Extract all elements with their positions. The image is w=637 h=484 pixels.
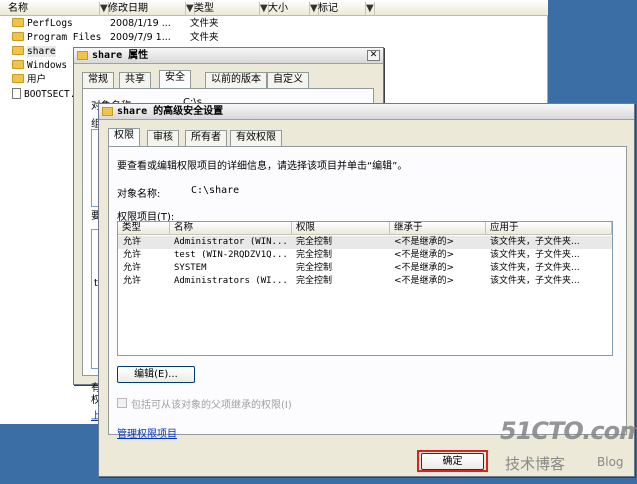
tab-security[interactable]: 安全 (159, 70, 191, 88)
list-item[interactable]: PerfLogs (12, 17, 73, 31)
column-tags-dropdown-icon[interactable]: ▼ (358, 2, 375, 16)
include-inheritable-label: 包括可从该对象的父项继承的权限(I) (131, 400, 292, 411)
tab-general[interactable]: 常规 (82, 72, 114, 88)
watermark-sub: 技术博客 (505, 455, 566, 473)
table-row[interactable]: 允许 test (WIN-2RQDZV1Q... 完全控制 <不是继承的> 该文… (118, 249, 612, 262)
item-type: 文件夹 (190, 32, 219, 43)
watermark-blog: Blog (597, 455, 624, 469)
folder-icon (12, 74, 24, 83)
folder-icon (102, 107, 113, 116)
tab-sharing[interactable]: 共享 (119, 72, 151, 88)
column-date[interactable]: 修改日期 (100, 2, 186, 16)
permission-entries-table[interactable]: 类型 名称 权限 继承于 应用于 允许 Administrator (WIN..… (117, 221, 613, 356)
properties-title: share 属性 (92, 50, 149, 61)
folder-icon (77, 51, 88, 60)
item-date: 2008/1/19 ... (110, 18, 171, 29)
folder-icon (12, 60, 24, 69)
tab-auditing[interactable]: 审核 (147, 130, 179, 146)
table-row[interactable]: 允许 Administrator (WIN... 完全控制 <不是继承的> 该文… (118, 236, 612, 249)
folder-icon (12, 18, 24, 27)
folder-icon (12, 46, 24, 55)
column-type[interactable]: 类型 (186, 2, 260, 16)
list-item-selected[interactable]: share (12, 45, 56, 59)
tab-customize[interactable]: 自定义 (267, 72, 309, 88)
file-icon (12, 88, 21, 99)
col-permission[interactable]: 权限 (292, 222, 390, 235)
manage-permission-entries-link[interactable]: 管理权限项目 (117, 425, 177, 440)
properties-titlebar: share 属性 ✕ (74, 48, 383, 64)
list-item[interactable]: Program Files (12, 31, 101, 45)
col-apply-to[interactable]: 应用于 (486, 222, 612, 235)
close-icon[interactable]: ✕ (367, 50, 380, 61)
advanced-security-title: share 的高级安全设置 (117, 106, 224, 117)
item-date: 2009/7/9 1... (110, 32, 171, 43)
advanced-security-titlebar: share 的高级安全设置 (99, 104, 634, 120)
file-list-header: 名称 ▼ 修改日期 ▼ 类型 ▼ 大小 ▼ 标记 ▼ (0, 0, 548, 16)
list-item[interactable]: BOOTSECT. (12, 88, 75, 102)
watermark-site: 51CTO.com (500, 417, 637, 445)
item-type: 文件夹 (190, 18, 219, 29)
tab-permissions[interactable]: 权限 (108, 128, 140, 146)
column-name[interactable]: 名称 (0, 2, 100, 16)
col-type[interactable]: 类型 (118, 222, 170, 235)
list-item[interactable]: 用户 (12, 73, 46, 87)
col-inherited-from[interactable]: 继承于 (390, 222, 486, 235)
info-text: 要查看或编辑权限项目的详细信息，请选择该项目并单击“编辑”。 (117, 161, 408, 172)
include-inheritable-checkbox[interactable] (117, 398, 127, 408)
object-name-value: C:\share (191, 185, 240, 196)
folder-icon (12, 32, 24, 41)
permissions-panel: 要查看或编辑权限项目的详细信息，请选择该项目并单击“编辑”。 对象名称: C:\… (108, 146, 627, 440)
tab-owner[interactable]: 所有者 (185, 130, 227, 146)
edit-button[interactable]: 编辑(E)... (117, 366, 195, 383)
tab-previous-versions[interactable]: 以前的版本 (205, 72, 267, 88)
table-row[interactable]: 允许 Administrators (WI... 完全控制 <不是继承的> 该文… (118, 275, 612, 288)
object-name-label: 对象名称: (117, 189, 161, 200)
list-item[interactable]: Windows (12, 59, 67, 73)
table-row[interactable]: 允许 SYSTEM 完全控制 <不是继承的> 该文件夹，子文件夹... (118, 262, 612, 275)
ok-button[interactable]: 确定 (421, 453, 484, 470)
tab-effective-permissions[interactable]: 有效权限 (230, 130, 282, 146)
col-name[interactable]: 名称 (170, 222, 292, 235)
